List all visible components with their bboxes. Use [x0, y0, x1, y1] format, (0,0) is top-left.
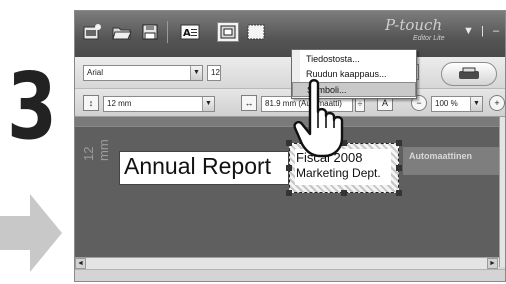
horizontal-scrollbar[interactable]: ◄ ► — [75, 257, 499, 269]
scroll-left-icon[interactable]: ◄ — [75, 258, 86, 269]
zoom-select[interactable]: 100 % ▼ — [431, 96, 483, 112]
canvas-header — [75, 117, 499, 127]
print-button[interactable] — [441, 62, 497, 86]
font-name-select[interactable]: Arial ▼ — [83, 65, 203, 81]
tape-length-icon[interactable]: ↔ — [241, 95, 257, 111]
image-icon[interactable] — [245, 22, 267, 42]
arrow-right-icon — [0, 194, 62, 272]
chevron-down-icon[interactable]: ▼ — [470, 97, 482, 111]
frame-icon[interactable] — [217, 22, 239, 42]
resize-handle[interactable] — [286, 165, 292, 171]
text-icon[interactable]: A — [179, 22, 201, 42]
instruction-figure: 3 A P-touch Editor Lite ▼ | – Arial ▼ 12… — [0, 0, 506, 284]
resize-handle[interactable] — [396, 190, 402, 196]
open-icon[interactable] — [111, 22, 133, 42]
brand-logo: P-touch — [385, 16, 443, 34]
scroll-right-icon[interactable]: ► — [487, 258, 498, 269]
resize-handle[interactable] — [341, 190, 347, 196]
resize-handle[interactable] — [396, 165, 402, 171]
chevron-down-icon[interactable]: ▼ — [190, 66, 202, 80]
resize-handle[interactable] — [286, 190, 292, 196]
label-canvas[interactable] — [75, 117, 499, 257]
ptouch-editor-window: A P-touch Editor Lite ▼ | – Arial ▼ 12 A… — [74, 10, 506, 282]
new-icon[interactable] — [81, 22, 103, 42]
brand-subtitle: Editor Lite — [413, 35, 445, 42]
toolbar-separator — [167, 21, 168, 43]
step-number: 3 — [7, 53, 57, 160]
hand-cursor-icon — [293, 79, 344, 158]
menu-item-from-file[interactable]: Tiedostosta... — [292, 52, 416, 67]
selected-text-line2[interactable]: Marketing Dept. — [296, 166, 381, 180]
tape-height-icon[interactable]: ↕ — [83, 95, 99, 111]
minimize-icon[interactable]: – — [493, 25, 499, 37]
window-menu-dropdown-icon[interactable]: ▼ — [463, 25, 474, 37]
chevron-down-icon[interactable]: ▼ — [202, 97, 214, 111]
resize-handle[interactable] — [396, 140, 402, 146]
label-text[interactable]: Annual Report — [124, 153, 271, 180]
tape-width-label: 12 mm — [81, 139, 111, 161]
font-size-select[interactable]: 12 — [207, 65, 221, 81]
tape-height-select[interactable]: 12 mm ▼ — [103, 96, 215, 112]
vertical-scrollbar[interactable] — [499, 117, 505, 267]
title-separator: | — [481, 25, 484, 37]
status-bar — [75, 269, 505, 281]
save-icon[interactable] — [139, 22, 161, 42]
auto-length-tag: Automaattinen — [403, 147, 499, 175]
svg-text:A: A — [183, 28, 191, 39]
zoom-in-icon[interactable]: + — [489, 95, 505, 111]
